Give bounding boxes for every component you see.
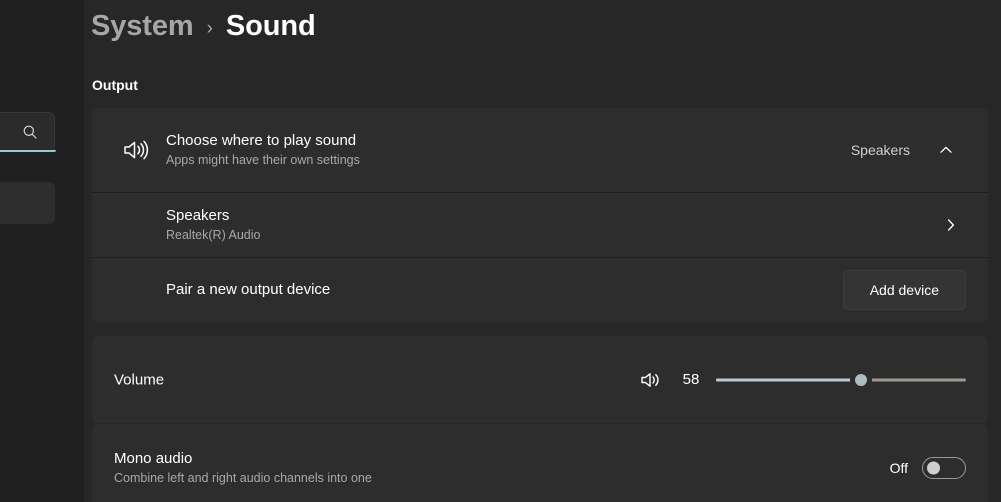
breadcrumb-parent[interactable]: System: [91, 10, 194, 43]
choose-output-device-right: Speakers: [851, 130, 966, 170]
speakers-device-subtitle: Realtek(R) Audio: [166, 227, 261, 242]
volume-label: Volume: [114, 371, 165, 388]
search-focus-underline: [0, 150, 56, 152]
chevron-right-icon[interactable]: [936, 210, 966, 240]
output-settings-card: Choose where to play sound Apps might ha…: [92, 108, 988, 323]
settings-window: System › Sound Output Choose where to pl…: [0, 0, 1001, 502]
breadcrumb: System › Sound: [91, 10, 316, 43]
add-device-button[interactable]: Add device: [842, 269, 966, 310]
sidebar-item-partial[interactable]: [0, 182, 55, 224]
volume-card: Volume 58: [92, 336, 988, 423]
navigation-sidebar: [0, 0, 84, 502]
mono-audio-title: Mono audio: [114, 449, 193, 467]
search-input[interactable]: [0, 112, 56, 152]
volume-controls: 58: [640, 367, 966, 393]
mono-audio-controls: Off: [889, 456, 966, 479]
mono-audio-card: Mono audio Combine left and right audio …: [92, 424, 988, 502]
choose-output-device-text: Choose where to play sound Apps might ha…: [166, 131, 851, 169]
choose-output-device-subtitle: Apps might have their own settings: [166, 153, 360, 167]
speaker-volume-icon: [92, 138, 166, 162]
mono-audio-toggle-knob: [927, 461, 940, 474]
speaker-volume-icon[interactable]: [640, 369, 662, 391]
speakers-device-text: Speakers Realtek(R) Audio: [92, 206, 988, 244]
volume-slider[interactable]: [716, 367, 966, 393]
volume-slider-fill: [716, 378, 861, 381]
section-title-output: Output: [92, 77, 138, 93]
add-device-button-wrap: Add device: [842, 269, 966, 310]
speakers-device-row[interactable]: Speakers Realtek(R) Audio: [92, 192, 988, 257]
mono-audio-text: Mono audio Combine left and right audio …: [114, 449, 372, 487]
breadcrumb-separator-icon: ›: [206, 17, 213, 39]
selected-device-value: Speakers: [850, 142, 910, 158]
choose-output-device-title: Choose where to play sound: [166, 132, 357, 149]
volume-value: 58: [682, 371, 700, 388]
speakers-device-title: Speakers: [166, 206, 230, 224]
mono-audio-toggle[interactable]: [922, 456, 966, 479]
volume-slider-thumb[interactable]: [850, 368, 872, 391]
mono-audio-subtitle: Combine left and right audio channels in…: [114, 470, 372, 485]
choose-output-device-row[interactable]: Choose where to play sound Apps might ha…: [92, 108, 988, 192]
pair-output-device-row: Pair a new output device Add device: [92, 257, 988, 322]
mono-audio-state-label: Off: [889, 459, 908, 476]
page-title: Sound: [225, 10, 316, 42]
search-icon: [22, 124, 38, 140]
chevron-up-icon[interactable]: [926, 130, 966, 170]
